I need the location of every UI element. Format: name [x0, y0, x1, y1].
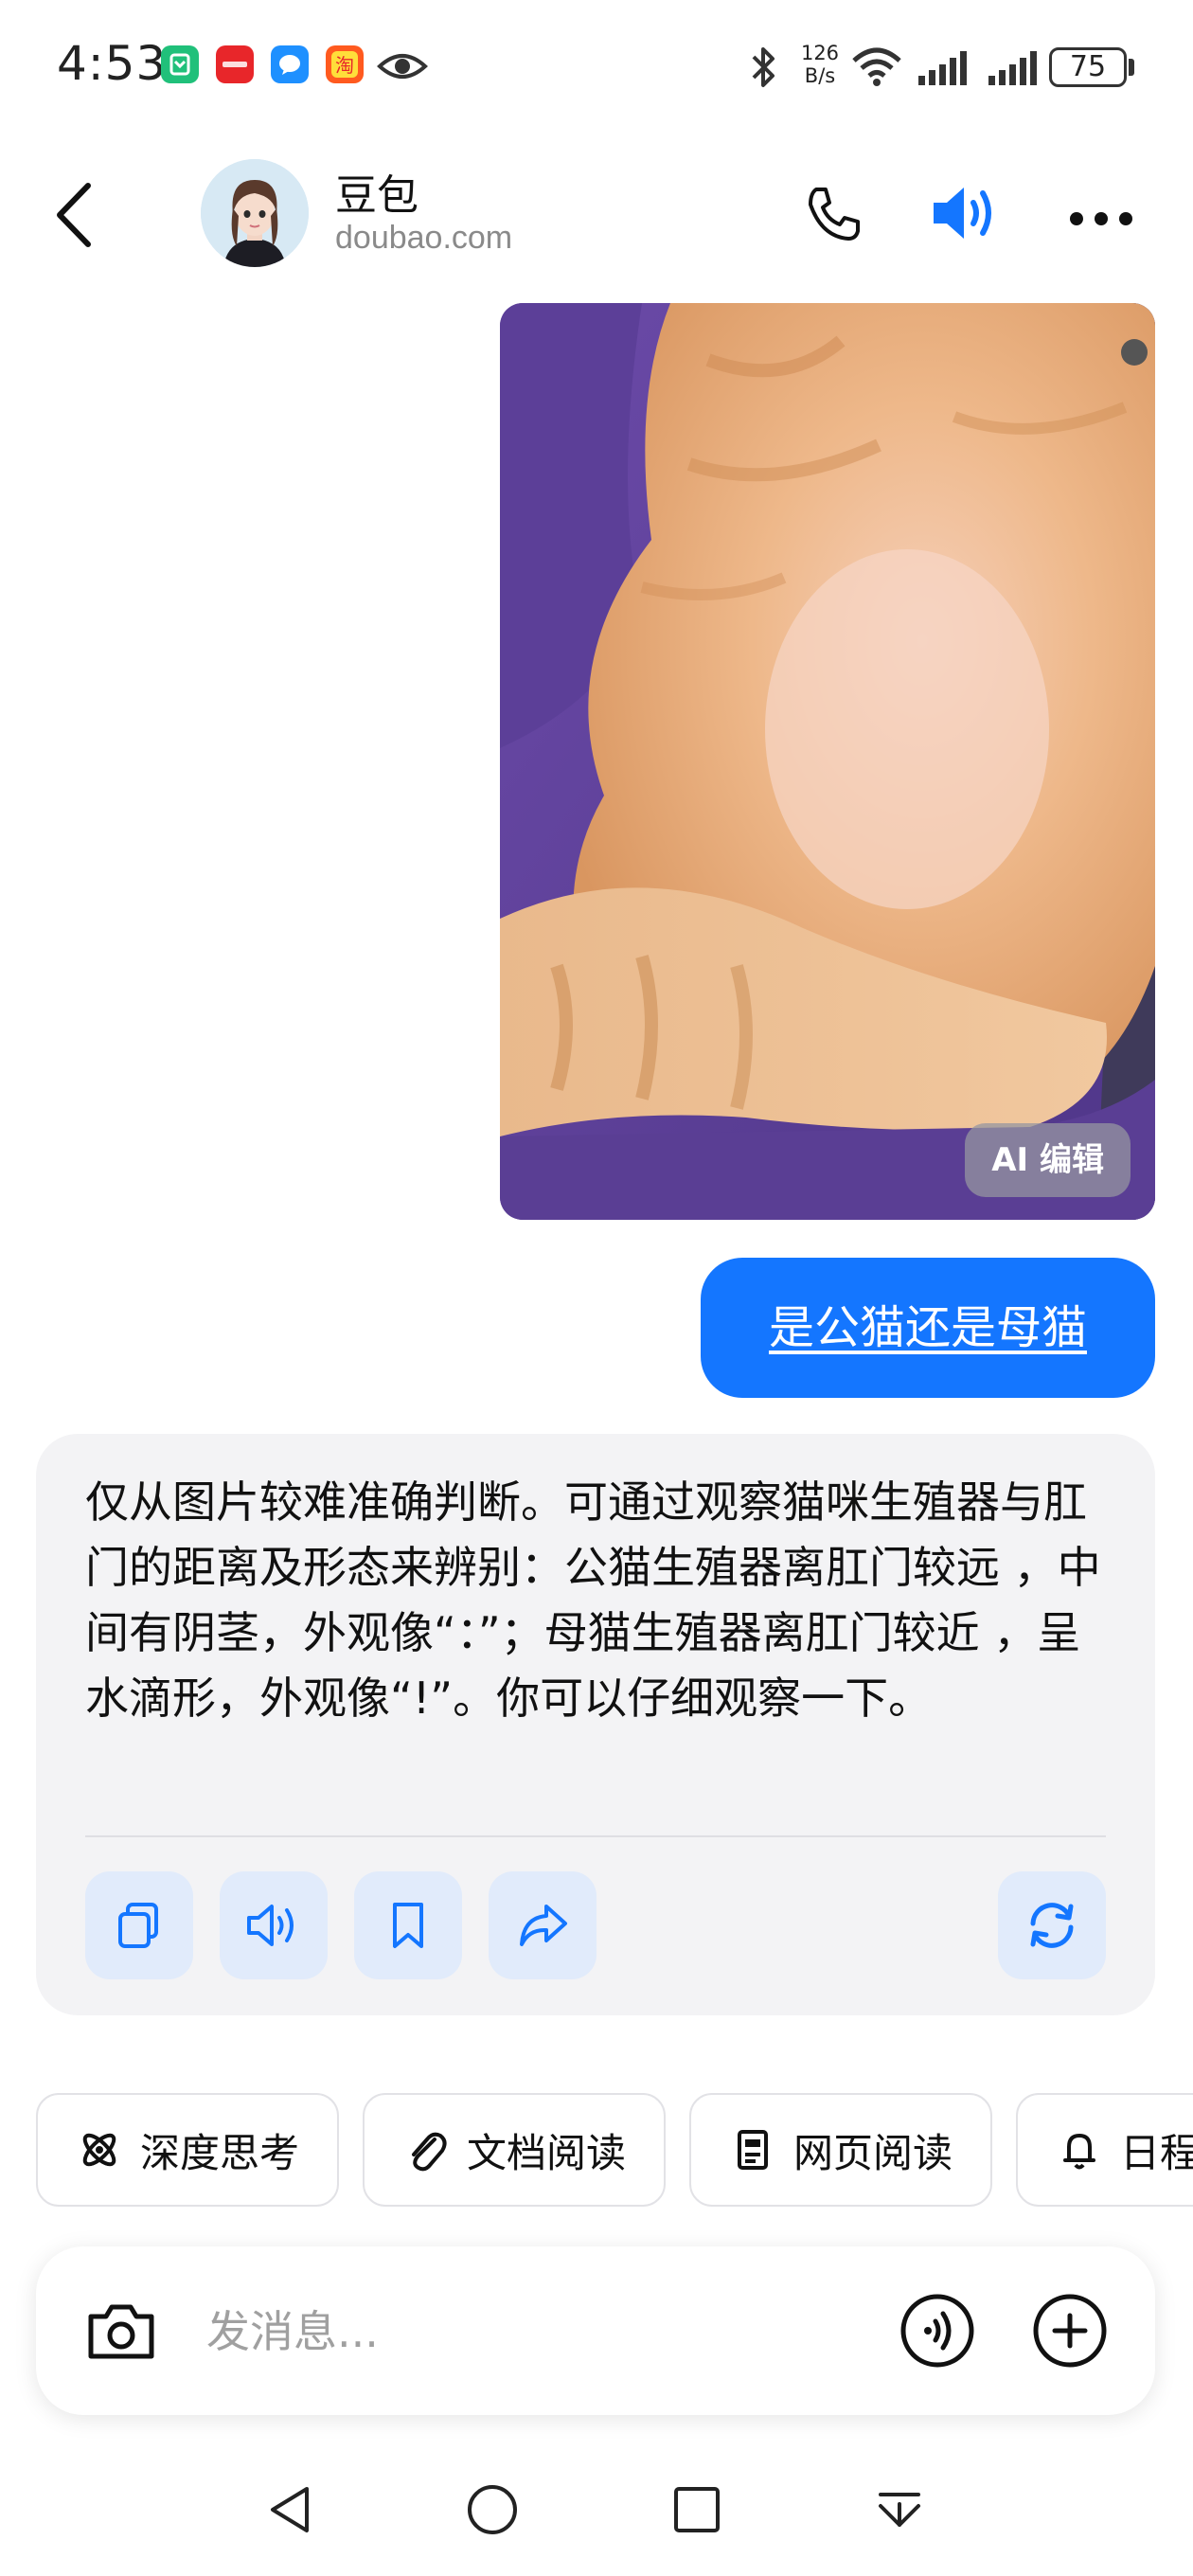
battery-tip — [1129, 59, 1134, 76]
network-speed-value: 126 — [800, 42, 840, 64]
chip-document-reading[interactable]: 文档阅读 — [363, 2093, 666, 2207]
document-icon — [738, 2130, 768, 2170]
network-speed-unit: B/s — [804, 64, 836, 87]
ai-reply-text: 仅从图片较难准确判断。可通过观察猫咪生殖器与肛门的距离及形态来辨别：公猫生殖器离… — [85, 1476, 1101, 1724]
share-button[interactable] — [489, 1871, 596, 1979]
signal-icon — [987, 49, 1040, 91]
read-aloud-button[interactable] — [220, 1871, 328, 1979]
phone-icon[interactable] — [803, 184, 864, 248]
voice-icon — [900, 2294, 974, 2368]
chip-label: 深度思考 — [140, 2129, 300, 2176]
copy-icon — [118, 1903, 158, 1948]
bell-icon — [1063, 2134, 1095, 2170]
chip-deep-thinking[interactable]: 深度思考 — [36, 2093, 339, 2207]
message-input[interactable] — [206, 2294, 869, 2370]
chip-label: 文档阅读 — [467, 2129, 627, 2176]
taobao-app-icon: 淘 — [326, 45, 364, 83]
ai-edit-button[interactable]: AI 编辑 — [965, 1123, 1131, 1197]
status-bar: 4:53 淘 126 B/s 75 — [0, 0, 1193, 133]
speaker-icon[interactable] — [930, 182, 1002, 248]
voice-input-button[interactable] — [899, 2293, 975, 2372]
divider — [85, 1835, 1106, 1837]
nav-recents-icon[interactable] — [668, 2481, 725, 2542]
message-composer — [36, 2246, 1155, 2415]
more-icon[interactable] — [1068, 210, 1134, 231]
ai-reply-card: 仅从图片较难准确判断。可通过观察猫咪生殖器与肛门的距离及形态来辨别：公猫生殖器离… — [36, 1434, 1155, 2015]
quick-action-chips: 深度思考 文档阅读 网页阅读 日程 — [36, 2093, 1193, 2207]
paperclip-icon — [412, 2132, 447, 2172]
user-message-bubble[interactable]: 是公猫还是母猫 — [701, 1258, 1155, 1398]
plus-icon — [1033, 2294, 1107, 2368]
bot-domain: doubao.com — [335, 220, 513, 256]
chat-app-icon — [271, 45, 309, 83]
status-time: 4:53 — [57, 36, 168, 91]
copy-button[interactable] — [85, 1871, 193, 1979]
share-icon — [520, 1905, 567, 1946]
chip-schedule[interactable]: 日程 — [1016, 2093, 1193, 2207]
chat-header: 豆包 doubao.com — [0, 133, 1193, 294]
bookmark-icon — [393, 1903, 423, 1948]
bot-name: 豆包 — [335, 171, 418, 220]
user-image-message[interactable]: AI 编辑 — [500, 303, 1155, 1220]
bluetooth-icon — [748, 45, 778, 93]
signal-icon — [917, 49, 970, 91]
wifi-icon — [850, 45, 903, 91]
back-icon[interactable] — [52, 182, 94, 252]
regenerate-button[interactable] — [998, 1871, 1106, 1979]
nav-back-icon[interactable] — [261, 2481, 318, 2542]
chip-label: 网页阅读 — [793, 2129, 953, 2176]
avatar[interactable] — [201, 159, 309, 267]
system-nav-bar — [0, 2443, 1193, 2576]
nav-notification-icon[interactable] — [871, 2481, 928, 2542]
nav-home-icon[interactable] — [464, 2481, 521, 2542]
bookmark-button[interactable] — [354, 1871, 462, 1979]
eye-icon — [377, 47, 428, 89]
speaker-icon — [247, 1905, 294, 1946]
refresh-icon — [1030, 1903, 1074, 1948]
chip-label: 日程 — [1120, 2129, 1193, 2176]
camera-icon[interactable] — [83, 2296, 159, 2371]
huawei-app-icon — [216, 45, 254, 83]
atom-icon — [82, 2133, 116, 2167]
network-speed: 126 B/s — [792, 42, 848, 87]
add-attachment-button[interactable] — [1032, 2293, 1108, 2372]
svg-text:淘: 淘 — [335, 54, 354, 77]
battery-level: 75 — [1049, 47, 1127, 87]
messaging-app-icon — [161, 45, 199, 83]
cat-photo — [500, 303, 1155, 1220]
chip-webpage-reading[interactable]: 网页阅读 — [689, 2093, 992, 2207]
